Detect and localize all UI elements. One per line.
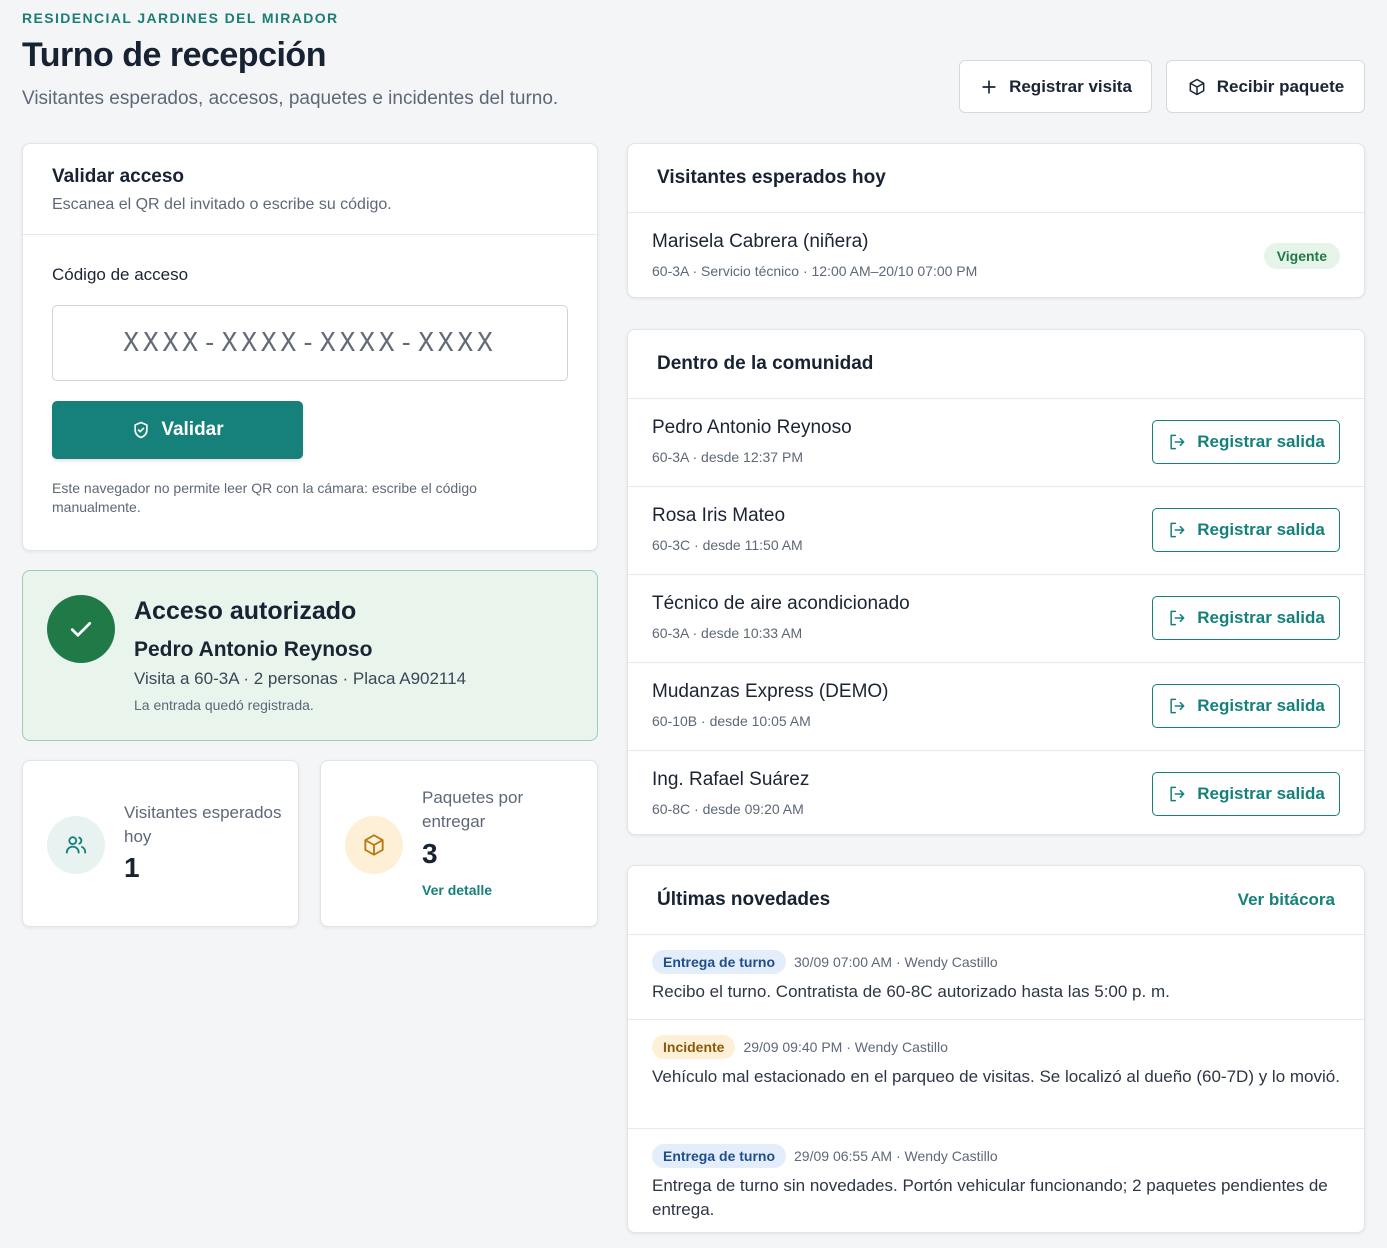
register-visit-label: Registrar visita bbox=[1009, 76, 1132, 96]
validate-subtitle: Escanea el QR del invitado o escribe su … bbox=[52, 196, 392, 213]
list-item: Pedro Antonio Reynoso 60-3A · desde 12:3… bbox=[628, 399, 1364, 486]
register-exit-button[interactable]: Registrar salida bbox=[1152, 772, 1340, 816]
stat-visitors-card: Visitantes esperados hoy 1 bbox=[22, 760, 299, 927]
register-exit-button[interactable]: Registrar salida bbox=[1152, 596, 1340, 640]
list-item: Ing. Rafael Suárez 60-8C · desde 09:20 A… bbox=[628, 751, 1364, 838]
access-code-input[interactable] bbox=[52, 305, 568, 381]
list-item: Mudanzas Express (DEMO) 60-10B · desde 1… bbox=[628, 663, 1364, 750]
exit-icon bbox=[1170, 522, 1185, 538]
stat-visitors-value: 1 bbox=[124, 852, 140, 883]
validate-access-card: Validar acceso Escanea el QR del invitad… bbox=[22, 143, 598, 551]
register-exit-button[interactable]: Registrar salida bbox=[1152, 420, 1340, 464]
news-text: Entrega de turno sin novedades. Portón v… bbox=[652, 1176, 1328, 1219]
shield-check-icon bbox=[134, 421, 148, 439]
register-visit-button[interactable]: Registrar visita bbox=[959, 60, 1152, 113]
expected-visitors-card: Visitantes esperados hoy Marisela Cabrer… bbox=[627, 143, 1365, 298]
access-result-card: Acceso autorizado Pedro Antonio Reynoso … bbox=[22, 570, 598, 741]
visit-detail: Visita a 60-3A · 2 personas · Placa A902… bbox=[134, 669, 467, 688]
validate-button-label: Validar bbox=[161, 419, 224, 440]
receive-package-button[interactable]: Recibir paquete bbox=[1166, 60, 1365, 113]
list-item: Entrega de turno 30/09 07:00 AM · Wendy … bbox=[628, 935, 1364, 1019]
expected-visitors-title: Visitantes esperados hoy bbox=[657, 167, 886, 188]
stat-packages-label: Paquetes por entregar bbox=[422, 788, 524, 831]
validate-button[interactable]: Validar bbox=[52, 401, 303, 459]
plus-icon bbox=[982, 79, 996, 94]
register-exit-label: Registrar salida bbox=[1197, 696, 1325, 715]
list-item: Incidente 29/09 09:40 PM · Wendy Castill… bbox=[628, 1020, 1364, 1128]
inside-community-card: Dentro de la comunidad Pedro Antonio Rey… bbox=[627, 329, 1365, 835]
exit-icon bbox=[1170, 786, 1185, 802]
camera-note: Este navegador no permite leer QR con la… bbox=[52, 480, 477, 515]
news-meta: 29/09 06:55 AM · Wendy Castillo bbox=[794, 1148, 998, 1164]
register-exit-label: Registrar salida bbox=[1197, 432, 1325, 451]
access-result-title: Acceso autorizado bbox=[134, 597, 357, 625]
list-item: Entrega de turno 29/09 06:55 AM · Wendy … bbox=[628, 1129, 1364, 1235]
expected-visitor-meta: 60-3A · Servicio técnico · 12:00 AM–20/1… bbox=[652, 263, 978, 279]
packages-detail-link[interactable]: Ver detalle bbox=[422, 882, 492, 898]
page-subtitle: Visitantes esperados, accesos, paquetes … bbox=[22, 88, 559, 109]
register-exit-button[interactable]: Registrar salida bbox=[1152, 508, 1340, 552]
news-tag: Entrega de turno bbox=[652, 950, 787, 974]
news-text: Vehículo mal estacionado en el parqueo d… bbox=[652, 1067, 1340, 1086]
list-item: Técnico de aire acondicionado 60-3A · de… bbox=[628, 575, 1364, 662]
list-item: Marisela Cabrera (niñera) 60-3A · Servic… bbox=[628, 213, 1364, 299]
check-circle-icon bbox=[47, 595, 115, 663]
users-icon bbox=[47, 816, 105, 874]
latest-news-card: Últimas novedades Ver bitácora Entrega d… bbox=[627, 865, 1365, 1233]
inside-community-title: Dentro de la comunidad bbox=[657, 353, 874, 374]
expected-visitor-name: Marisela Cabrera (niñera) bbox=[652, 231, 869, 252]
community-name: RESIDENCIAL JARDINES DEL MIRADOR bbox=[22, 10, 339, 26]
access-code-label: Código de acceso bbox=[52, 265, 189, 284]
status-badge: Vigente bbox=[1263, 243, 1340, 269]
page-title: Turno de recepción bbox=[22, 36, 326, 74]
news-tag: Incidente bbox=[652, 1035, 736, 1059]
receive-package-label: Recibir paquete bbox=[1216, 76, 1345, 96]
exit-icon bbox=[1170, 434, 1185, 450]
list-item: Rosa Iris Mateo 60-3C · desde 11:50 AM R… bbox=[628, 487, 1364, 574]
register-exit-label: Registrar salida bbox=[1197, 608, 1325, 627]
stat-packages-value: 3 bbox=[422, 838, 438, 869]
visitor-name: Pedro Antonio Reynoso bbox=[134, 638, 373, 661]
register-exit-label: Registrar salida bbox=[1197, 520, 1325, 539]
validate-title: Validar acceso bbox=[52, 166, 185, 187]
package-icon bbox=[345, 816, 403, 874]
stat-packages-card: Paquetes por entregar 3 Ver detalle bbox=[320, 760, 598, 927]
news-meta: 29/09 09:40 PM · Wendy Castillo bbox=[743, 1039, 948, 1055]
stat-visitors-label: Visitantes esperados hoy bbox=[124, 803, 282, 846]
exit-icon bbox=[1170, 698, 1185, 714]
news-meta: 30/09 07:00 AM · Wendy Castillo bbox=[794, 954, 998, 970]
entry-note: La entrada quedó registrada. bbox=[134, 697, 314, 713]
package-icon bbox=[1189, 78, 1205, 95]
register-exit-button[interactable]: Registrar salida bbox=[1152, 684, 1340, 728]
latest-news-title: Últimas novedades bbox=[657, 889, 831, 910]
view-log-link[interactable]: Ver bitácora bbox=[1238, 890, 1335, 910]
news-text: Recibo el turno. Contratista de 60-8C au… bbox=[652, 982, 1170, 1001]
exit-icon bbox=[1170, 610, 1185, 626]
news-tag: Entrega de turno bbox=[652, 1144, 787, 1168]
register-exit-label: Registrar salida bbox=[1197, 784, 1325, 803]
